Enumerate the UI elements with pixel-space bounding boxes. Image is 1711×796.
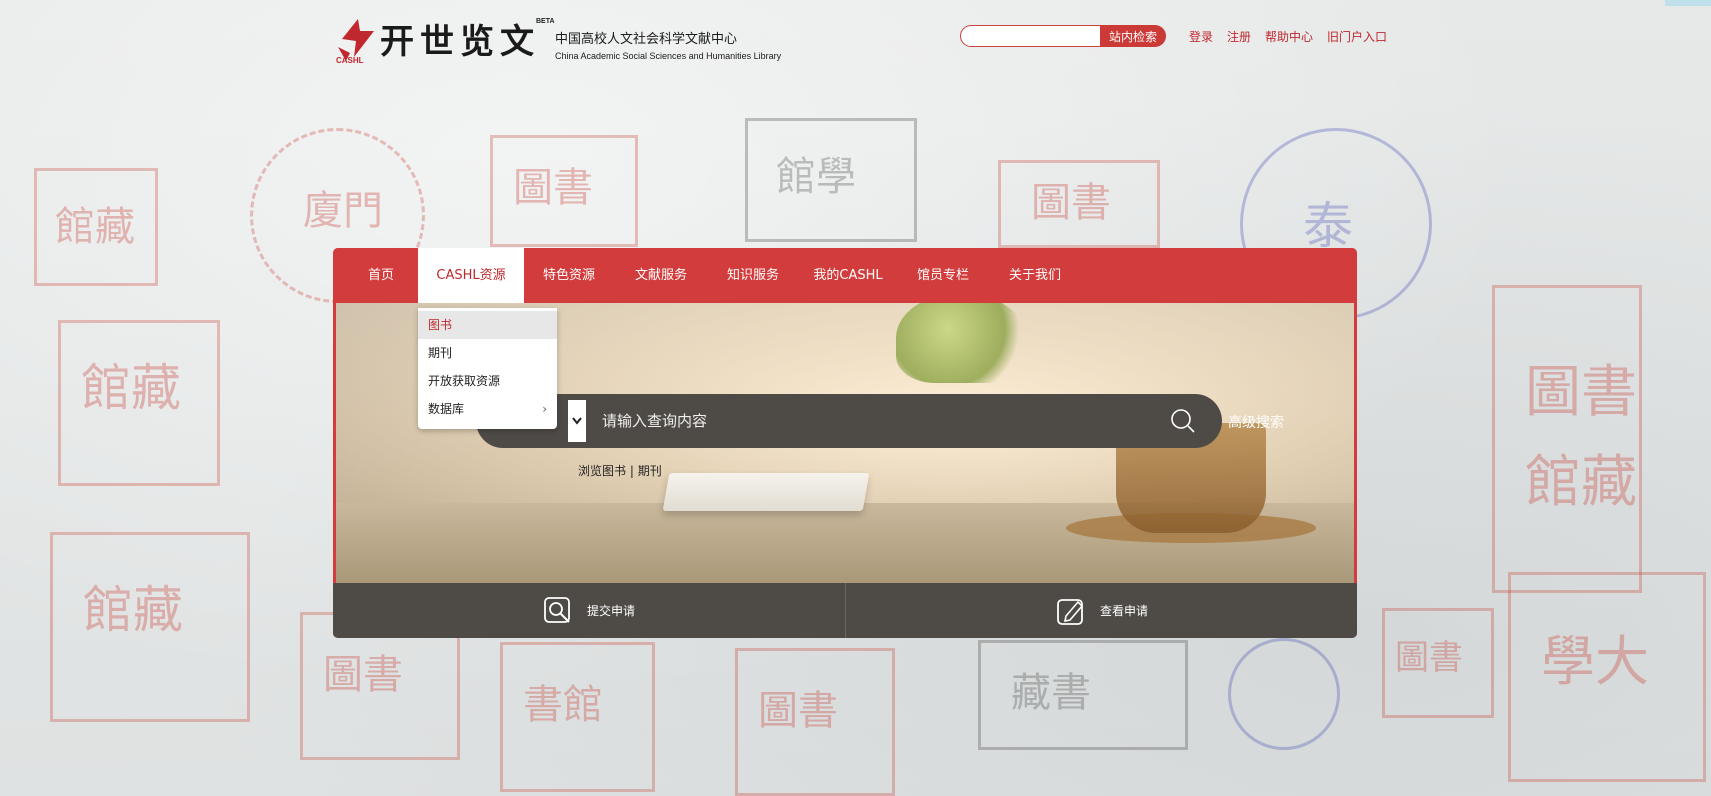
dropdown-item-journals[interactable]: 期刊 xyxy=(418,339,557,367)
seal-decoration: 圖書 xyxy=(998,160,1160,248)
browse-books-link[interactable]: 浏览图书 xyxy=(578,464,626,478)
action-bar: 提交申请 查看申请 xyxy=(333,583,1357,638)
seal-decoration: 圖書 xyxy=(490,135,638,247)
seal-decoration: 館藏 xyxy=(50,532,250,722)
nav-item-document-services[interactable]: 文献服务 xyxy=(625,248,697,303)
register-link[interactable]: 注册 xyxy=(1227,28,1251,45)
seal-decoration: 學大 xyxy=(1508,572,1706,782)
corner-tab[interactable] xyxy=(1665,0,1711,6)
main-search-bar: 全部 xyxy=(476,394,1222,448)
top-links: 登录 注册 帮助中心 旧门户入口 xyxy=(1189,28,1401,45)
help-center-link[interactable]: 帮助中心 xyxy=(1265,28,1313,45)
nav-item-home[interactable]: 首页 xyxy=(355,248,407,303)
site-search-input[interactable] xyxy=(960,25,1100,47)
seal-decoration: 館藏 xyxy=(58,320,220,486)
nav-item-about-us[interactable]: 关于我们 xyxy=(999,248,1071,303)
org-name-en: China Academic Social Sciences and Human… xyxy=(555,51,782,61)
seal-decoration: 圖書 xyxy=(735,648,895,796)
nav-item-librarian-column[interactable]: 馆员专栏 xyxy=(907,248,979,303)
old-portal-link[interactable]: 旧门户入口 xyxy=(1327,28,1387,45)
seal-decoration: 圖書 館藏 xyxy=(1492,285,1642,593)
dropdown-item-books[interactable]: 图书 xyxy=(418,311,557,339)
seal-decoration: 館學 xyxy=(745,118,917,242)
nav-item-my-cashl[interactable]: 我的CASHL xyxy=(809,248,887,303)
browse-links: 浏览图书 | 期刊 xyxy=(578,462,662,479)
seal-decoration xyxy=(1228,638,1340,750)
browse-separator: | xyxy=(629,464,634,478)
seal-decoration: 藏書 xyxy=(978,640,1188,750)
login-link[interactable]: 登录 xyxy=(1189,28,1213,45)
browse-journals-link[interactable]: 期刊 xyxy=(638,464,662,478)
submit-request-icon xyxy=(544,596,570,623)
cashl-resources-dropdown: 图书 期刊 开放获取资源 数据库 › xyxy=(418,308,557,429)
hero-book-decoration xyxy=(662,473,870,511)
search-button[interactable] xyxy=(1166,404,1200,438)
nav-item-special-resources[interactable]: 特色资源 xyxy=(533,248,605,303)
org-name-cn: 中国高校人文社会科学文献中心 xyxy=(555,32,738,47)
seal-decoration: 書館 xyxy=(500,642,655,792)
logo-cashl-text: CASHL xyxy=(336,56,364,65)
dropdown-item-databases[interactable]: 数据库 › xyxy=(418,395,557,423)
chevron-right-icon: › xyxy=(542,402,547,416)
logo-title: 开世览文 xyxy=(380,22,540,62)
view-request-label: 查看申请 xyxy=(1099,604,1148,618)
search-icon xyxy=(1171,409,1195,433)
dropdown-item-open-access[interactable]: 开放获取资源 xyxy=(418,367,557,395)
seal-decoration: 圖書 xyxy=(1382,608,1494,718)
main-panel: 首页 CASHL资源 特色资源 文献服务 知识服务 我的CASHL 馆员专栏 关… xyxy=(333,248,1357,638)
main-search-input[interactable] xyxy=(592,394,1162,448)
hero-plant-decoration xyxy=(896,303,1026,383)
site-search: 站内检索 xyxy=(960,25,1166,47)
beta-badge: BETA xyxy=(536,18,555,25)
submit-request-button[interactable]: 提交申请 xyxy=(333,583,845,638)
dropdown-item-databases-label: 数据库 xyxy=(428,402,465,416)
main-nav: 首页 CASHL资源 特色资源 文献服务 知识服务 我的CASHL 馆员专栏 关… xyxy=(333,248,1357,303)
view-request-button[interactable]: 查看申请 xyxy=(845,583,1357,638)
advanced-search-link[interactable]: 高级搜索 xyxy=(1228,412,1284,432)
scope-dropdown-toggle[interactable] xyxy=(568,400,586,442)
chevron-down-icon xyxy=(572,417,582,425)
site-search-button[interactable]: 站内检索 xyxy=(1100,25,1166,47)
nav-item-knowledge-services[interactable]: 知识服务 xyxy=(717,248,789,303)
edit-icon xyxy=(1057,598,1084,625)
nav-item-cashl-resources[interactable]: CASHL资源 xyxy=(418,248,524,303)
seal-decoration: 館藏 xyxy=(34,168,158,286)
submit-request-label: 提交申请 xyxy=(586,604,635,618)
